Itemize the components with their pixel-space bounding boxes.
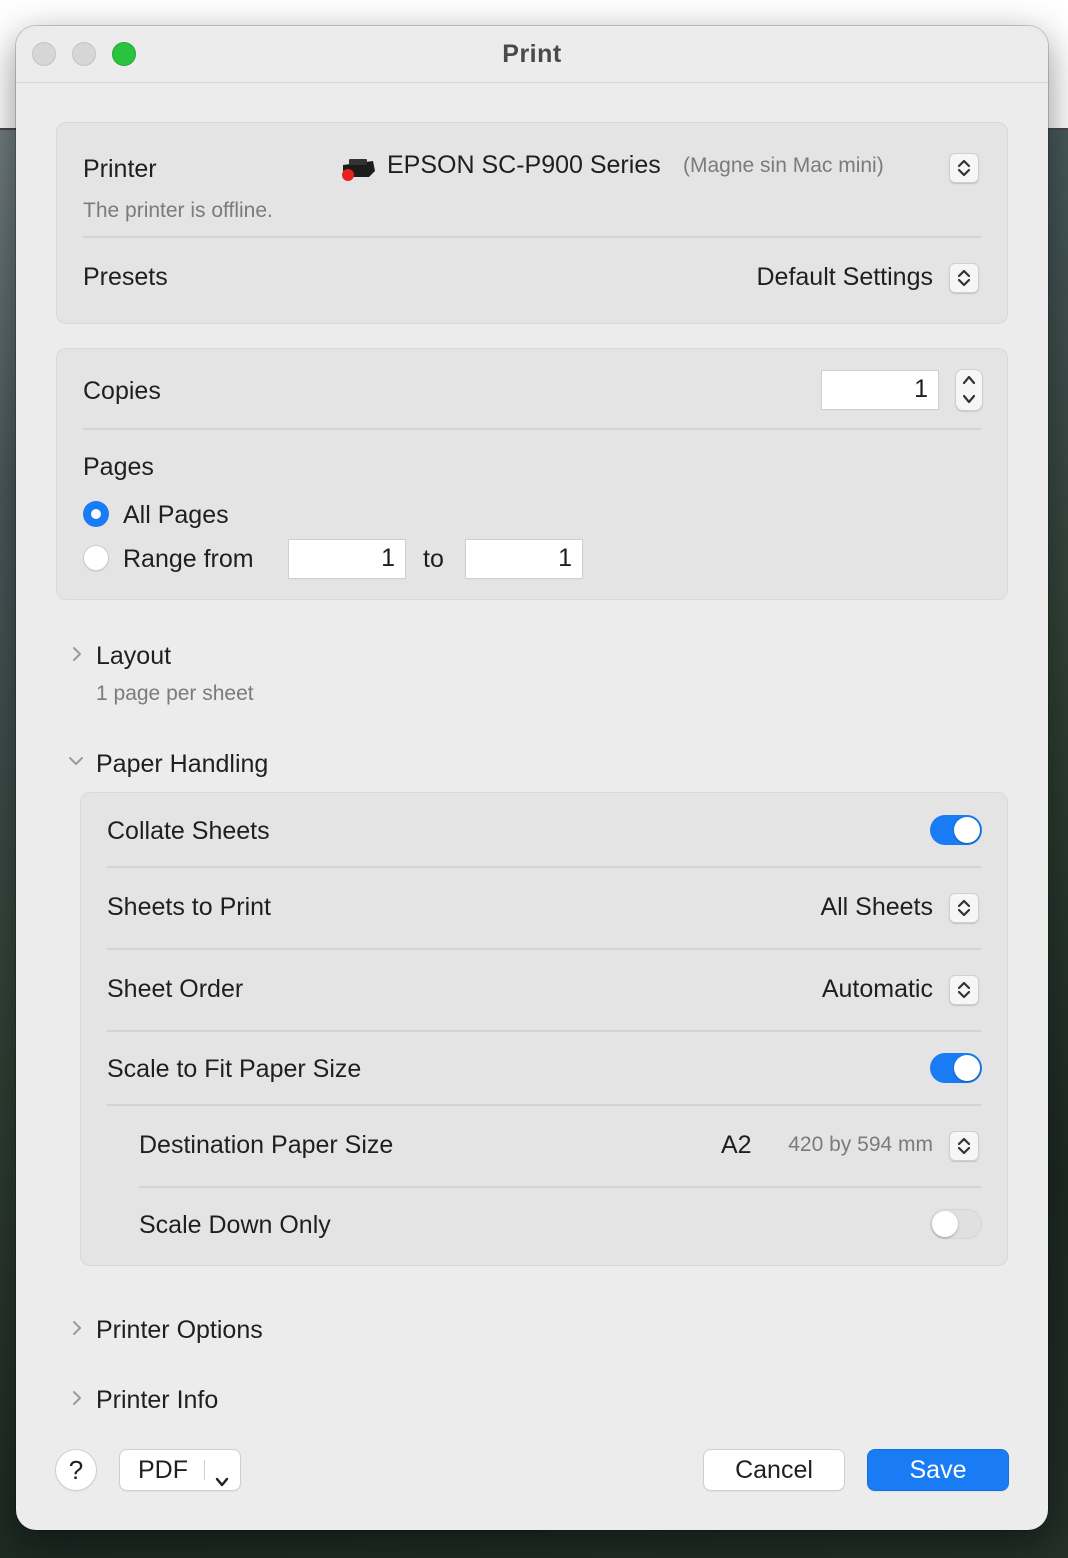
- divider: [107, 1030, 981, 1032]
- paper-handling-panel: Collate Sheets Sheets to Print All Sheet…: [80, 792, 1008, 1266]
- divider: [107, 866, 981, 868]
- pages-label: Pages: [83, 453, 154, 481]
- scale-down-only-label: Scale Down Only: [139, 1211, 331, 1239]
- print-dialog: Print Printer The printer is offline. EP…: [16, 26, 1048, 1530]
- printer-info-disclosure[interactable]: Printer Info: [66, 1384, 366, 1410]
- divider: [83, 236, 981, 238]
- title-bar: Print: [16, 26, 1048, 83]
- sheets-to-print-popup[interactable]: All Sheets: [739, 889, 979, 929]
- window-title: Print: [502, 40, 562, 68]
- sheets-to-print-label: Sheets to Print: [107, 893, 271, 921]
- presets-label: Presets: [83, 263, 168, 291]
- copies-label: Copies: [83, 377, 161, 405]
- printer-panel: Printer The printer is offline. EPSON SC…: [56, 122, 1008, 324]
- all-pages-radio[interactable]: [83, 501, 109, 527]
- presets-popup[interactable]: Default Settings: [679, 259, 979, 299]
- layout-disclosure[interactable]: Layout: [66, 638, 366, 678]
- divider: [83, 428, 981, 430]
- destination-size-chevron-icon: [949, 1131, 979, 1161]
- range-to-field[interactable]: 1: [466, 540, 582, 578]
- pdf-menu-button[interactable]: PDF: [120, 1450, 240, 1490]
- copies-field[interactable]: 1: [822, 371, 938, 409]
- increment-icon[interactable]: [961, 373, 977, 392]
- chevron-down-icon: [66, 754, 86, 773]
- offline-indicator-icon: [342, 169, 354, 181]
- scale-down-only-toggle[interactable]: [930, 1209, 982, 1239]
- chevron-down-icon: [214, 1462, 230, 1502]
- chevron-right-icon: [70, 644, 84, 669]
- toggle-knob: [932, 1211, 958, 1237]
- toggle-knob: [954, 817, 980, 843]
- printer-name: EPSON SC-P900 Series: [387, 151, 661, 179]
- destination-size-dimensions: 420 by 594 mm: [788, 1133, 933, 1156]
- destination-size-value: A2: [721, 1131, 752, 1159]
- printer-host: (Magne sin Mac mini): [683, 154, 884, 177]
- scale-to-fit-label: Scale to Fit Paper Size: [107, 1055, 362, 1083]
- sheet-order-label: Sheet Order: [107, 975, 244, 1003]
- scale-to-fit-toggle[interactable]: [930, 1053, 982, 1083]
- destination-size-popup[interactable]: 420 by 594 mm A2: [689, 1127, 979, 1167]
- destination-size-label: Destination Paper Size: [139, 1131, 394, 1159]
- decrement-icon[interactable]: [961, 392, 977, 411]
- range-radio[interactable]: [83, 545, 109, 571]
- range-from-label[interactable]: Range from: [123, 545, 254, 574]
- sheet-order-popup[interactable]: Automatic: [739, 971, 979, 1011]
- layout-summary: 1 page per sheet: [96, 682, 254, 705]
- separator: [204, 1460, 205, 1480]
- printer-options-disclosure[interactable]: Printer Options: [66, 1312, 366, 1352]
- paper-handling-disclosure[interactable]: Paper Handling: [66, 746, 366, 786]
- printer-status-text: The printer is offline.: [83, 199, 273, 222]
- collate-label: Collate Sheets: [107, 817, 270, 845]
- divider: [107, 948, 981, 950]
- save-button[interactable]: Save: [868, 1450, 1008, 1490]
- range-to-label: to: [423, 545, 444, 573]
- divider: [139, 1186, 981, 1188]
- sheets-to-print-value: All Sheets: [820, 893, 933, 921]
- presets-value: Default Settings: [756, 263, 934, 291]
- range-from-field[interactable]: 1: [289, 540, 405, 578]
- sheet-order-chevron-icon: [949, 975, 979, 1005]
- chevron-right-icon: [70, 1388, 84, 1410]
- help-button[interactable]: ?: [56, 1450, 96, 1490]
- pdf-label: PDF: [138, 1456, 188, 1484]
- all-pages-label[interactable]: All Pages: [123, 501, 229, 530]
- copies-stepper[interactable]: [955, 369, 983, 411]
- presets-chevron-icon: [949, 263, 979, 293]
- printer-options-label: Printer Options: [96, 1316, 263, 1344]
- collate-toggle[interactable]: [930, 815, 982, 845]
- paper-handling-label: Paper Handling: [96, 750, 269, 778]
- printer-info-label: Printer Info: [96, 1386, 219, 1410]
- chevron-right-icon: [70, 1318, 84, 1343]
- printer-label: Printer: [83, 155, 157, 183]
- layout-label: Layout: [96, 642, 172, 670]
- printer-icon: [339, 157, 379, 183]
- copies-pages-panel: Copies 1 Pages All Pages Range from 1 to…: [56, 348, 1008, 600]
- printer-popup-chevron-icon: [949, 153, 979, 183]
- toggle-knob: [954, 1055, 980, 1081]
- sheet-order-value: Automatic: [821, 975, 933, 1003]
- printer-popup[interactable]: EPSON SC-P900 Series (Magne sin Mac mini…: [339, 149, 979, 189]
- sheets-to-print-chevron-icon: [949, 893, 979, 923]
- cancel-button[interactable]: Cancel: [704, 1450, 844, 1490]
- divider: [107, 1104, 981, 1106]
